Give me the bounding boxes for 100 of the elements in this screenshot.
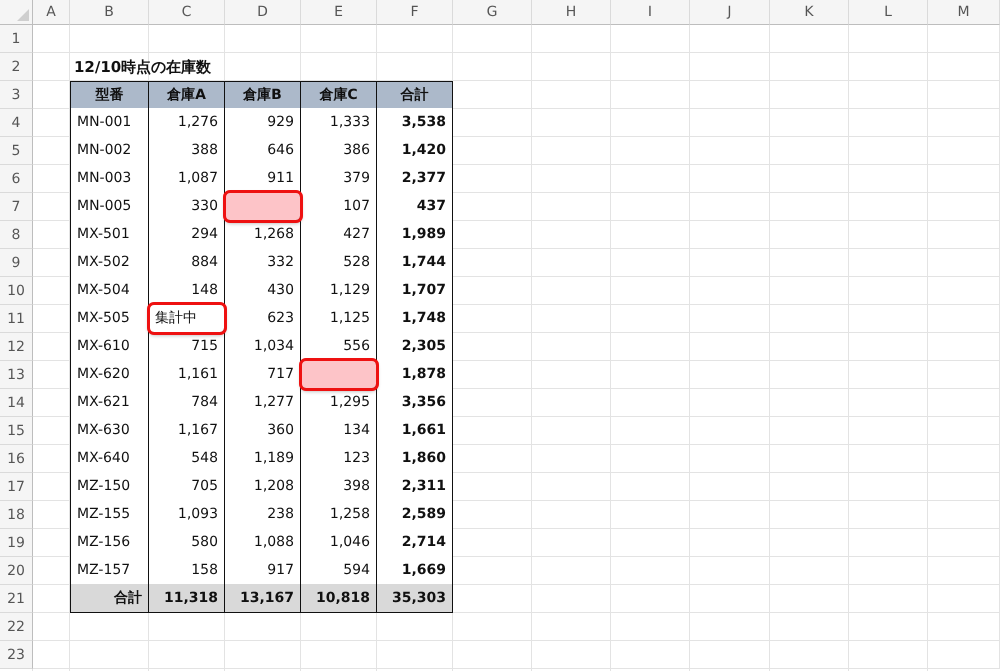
table-cell: 717 [225, 360, 301, 389]
table-cell: 2,311 [377, 472, 453, 501]
column-letter[interactable]: D [225, 0, 301, 25]
row-number[interactable]: 19 [0, 529, 33, 557]
table-cell: MX-621 [70, 388, 149, 417]
table-cell: MN-005 [70, 192, 149, 221]
table-cell: 1,707 [377, 276, 453, 305]
total-cell: 10,818 [301, 584, 377, 613]
table-cell: MX-620 [70, 360, 149, 389]
table-cell: 1,420 [377, 136, 453, 165]
table-cell: 388 [149, 136, 225, 165]
row-number[interactable]: 10 [0, 277, 33, 305]
table-cell: 1,161 [149, 360, 225, 389]
table-cell: 2,305 [377, 332, 453, 361]
sheet-title: 12/10時点の在庫数 [74, 58, 212, 77]
table-cell: MX-630 [70, 416, 149, 445]
corner-triangle-icon [17, 9, 29, 21]
table-cell: MZ-156 [70, 528, 149, 557]
table-cell: 2,377 [377, 164, 453, 193]
table-cell: 1,878 [377, 360, 453, 389]
table-cell: 929 [225, 108, 301, 137]
row-number[interactable]: 12 [0, 333, 33, 361]
table-cell: 917 [225, 556, 301, 585]
column-letter[interactable]: J [690, 0, 770, 25]
table-cell: 1,989 [377, 220, 453, 249]
table-cell: MX-501 [70, 220, 149, 249]
table-cell: 3,538 [377, 108, 453, 137]
table-cell: 430 [225, 276, 301, 305]
column-letter[interactable]: E [301, 0, 377, 25]
column-letter[interactable]: I [611, 0, 690, 25]
table-cell: MX-502 [70, 248, 149, 277]
column-letter[interactable]: C [149, 0, 225, 25]
table-cell: MX-640 [70, 444, 149, 473]
table-cell: 548 [149, 444, 225, 473]
column-header: 倉庫C [301, 81, 377, 109]
highlighted-cell: 集計中 [149, 304, 225, 333]
row-number[interactable]: 16 [0, 445, 33, 473]
table-cell: MX-504 [70, 276, 149, 305]
column-letter[interactable]: F [377, 0, 453, 25]
table-cell: 2,589 [377, 500, 453, 529]
row-number[interactable]: 9 [0, 249, 33, 277]
column-letter[interactable]: B [70, 0, 149, 25]
column-letter[interactable]: A [33, 0, 70, 25]
column-letter[interactable]: M [928, 0, 1000, 25]
table-cell: 148 [149, 276, 225, 305]
table-cell: MN-002 [70, 136, 149, 165]
column-header: 型番 [70, 81, 149, 109]
row-number[interactable]: 21 [0, 585, 33, 613]
table-cell: 238 [225, 500, 301, 529]
total-cell: 合計 [70, 584, 149, 613]
row-number[interactable]: 2 [0, 53, 33, 81]
table-cell: 1,258 [301, 500, 377, 529]
row-number[interactable]: 17 [0, 473, 33, 501]
table-cell: 330 [149, 192, 225, 221]
table-cell: 3,356 [377, 388, 453, 417]
row-number[interactable]: 15 [0, 417, 33, 445]
column-header: 倉庫A [149, 81, 225, 109]
table-cell: 332 [225, 248, 301, 277]
table-cell: MN-003 [70, 164, 149, 193]
column-letter[interactable]: H [532, 0, 611, 25]
table-cell: 1,046 [301, 528, 377, 557]
table-cell: 1,333 [301, 108, 377, 137]
row-number[interactable]: 3 [0, 81, 33, 109]
row-number[interactable]: 1 [0, 25, 33, 53]
column-letter[interactable]: L [849, 0, 928, 25]
table-cell: 1,125 [301, 304, 377, 333]
select-all-corner[interactable] [0, 0, 33, 25]
table-cell: 594 [301, 556, 377, 585]
table-cell: 379 [301, 164, 377, 193]
table-cell: 1,744 [377, 248, 453, 277]
table-cell: 1,087 [149, 164, 225, 193]
table-cell: 386 [301, 136, 377, 165]
table-cell: 437 [377, 192, 453, 221]
row-number[interactable]: 23 [0, 641, 33, 669]
table-cell: MZ-155 [70, 500, 149, 529]
row-number[interactable]: 18 [0, 501, 33, 529]
row-number[interactable]: 14 [0, 389, 33, 417]
table-cell: 1,189 [225, 444, 301, 473]
table-cell: 134 [301, 416, 377, 445]
table-cell: 528 [301, 248, 377, 277]
table-cell: MZ-157 [70, 556, 149, 585]
column-letter[interactable]: K [770, 0, 849, 25]
row-number[interactable]: 22 [0, 613, 33, 641]
column-letter[interactable]: G [453, 0, 532, 25]
total-cell: 11,318 [149, 584, 225, 613]
table-cell: 1,208 [225, 472, 301, 501]
table-cell: 294 [149, 220, 225, 249]
table-cell: 1,748 [377, 304, 453, 333]
row-number[interactable]: 20 [0, 557, 33, 585]
row-number[interactable]: 6 [0, 165, 33, 193]
row-number[interactable]: 4 [0, 109, 33, 137]
row-number[interactable]: 8 [0, 221, 33, 249]
row-number[interactable]: 5 [0, 137, 33, 165]
row-number[interactable]: 7 [0, 193, 33, 221]
table-cell: 158 [149, 556, 225, 585]
table-cell: 1,167 [149, 416, 225, 445]
row-number[interactable]: 11 [0, 305, 33, 333]
table-cell: 1,276 [149, 108, 225, 137]
row-number[interactable]: 13 [0, 361, 33, 389]
table-cell: 556 [301, 332, 377, 361]
